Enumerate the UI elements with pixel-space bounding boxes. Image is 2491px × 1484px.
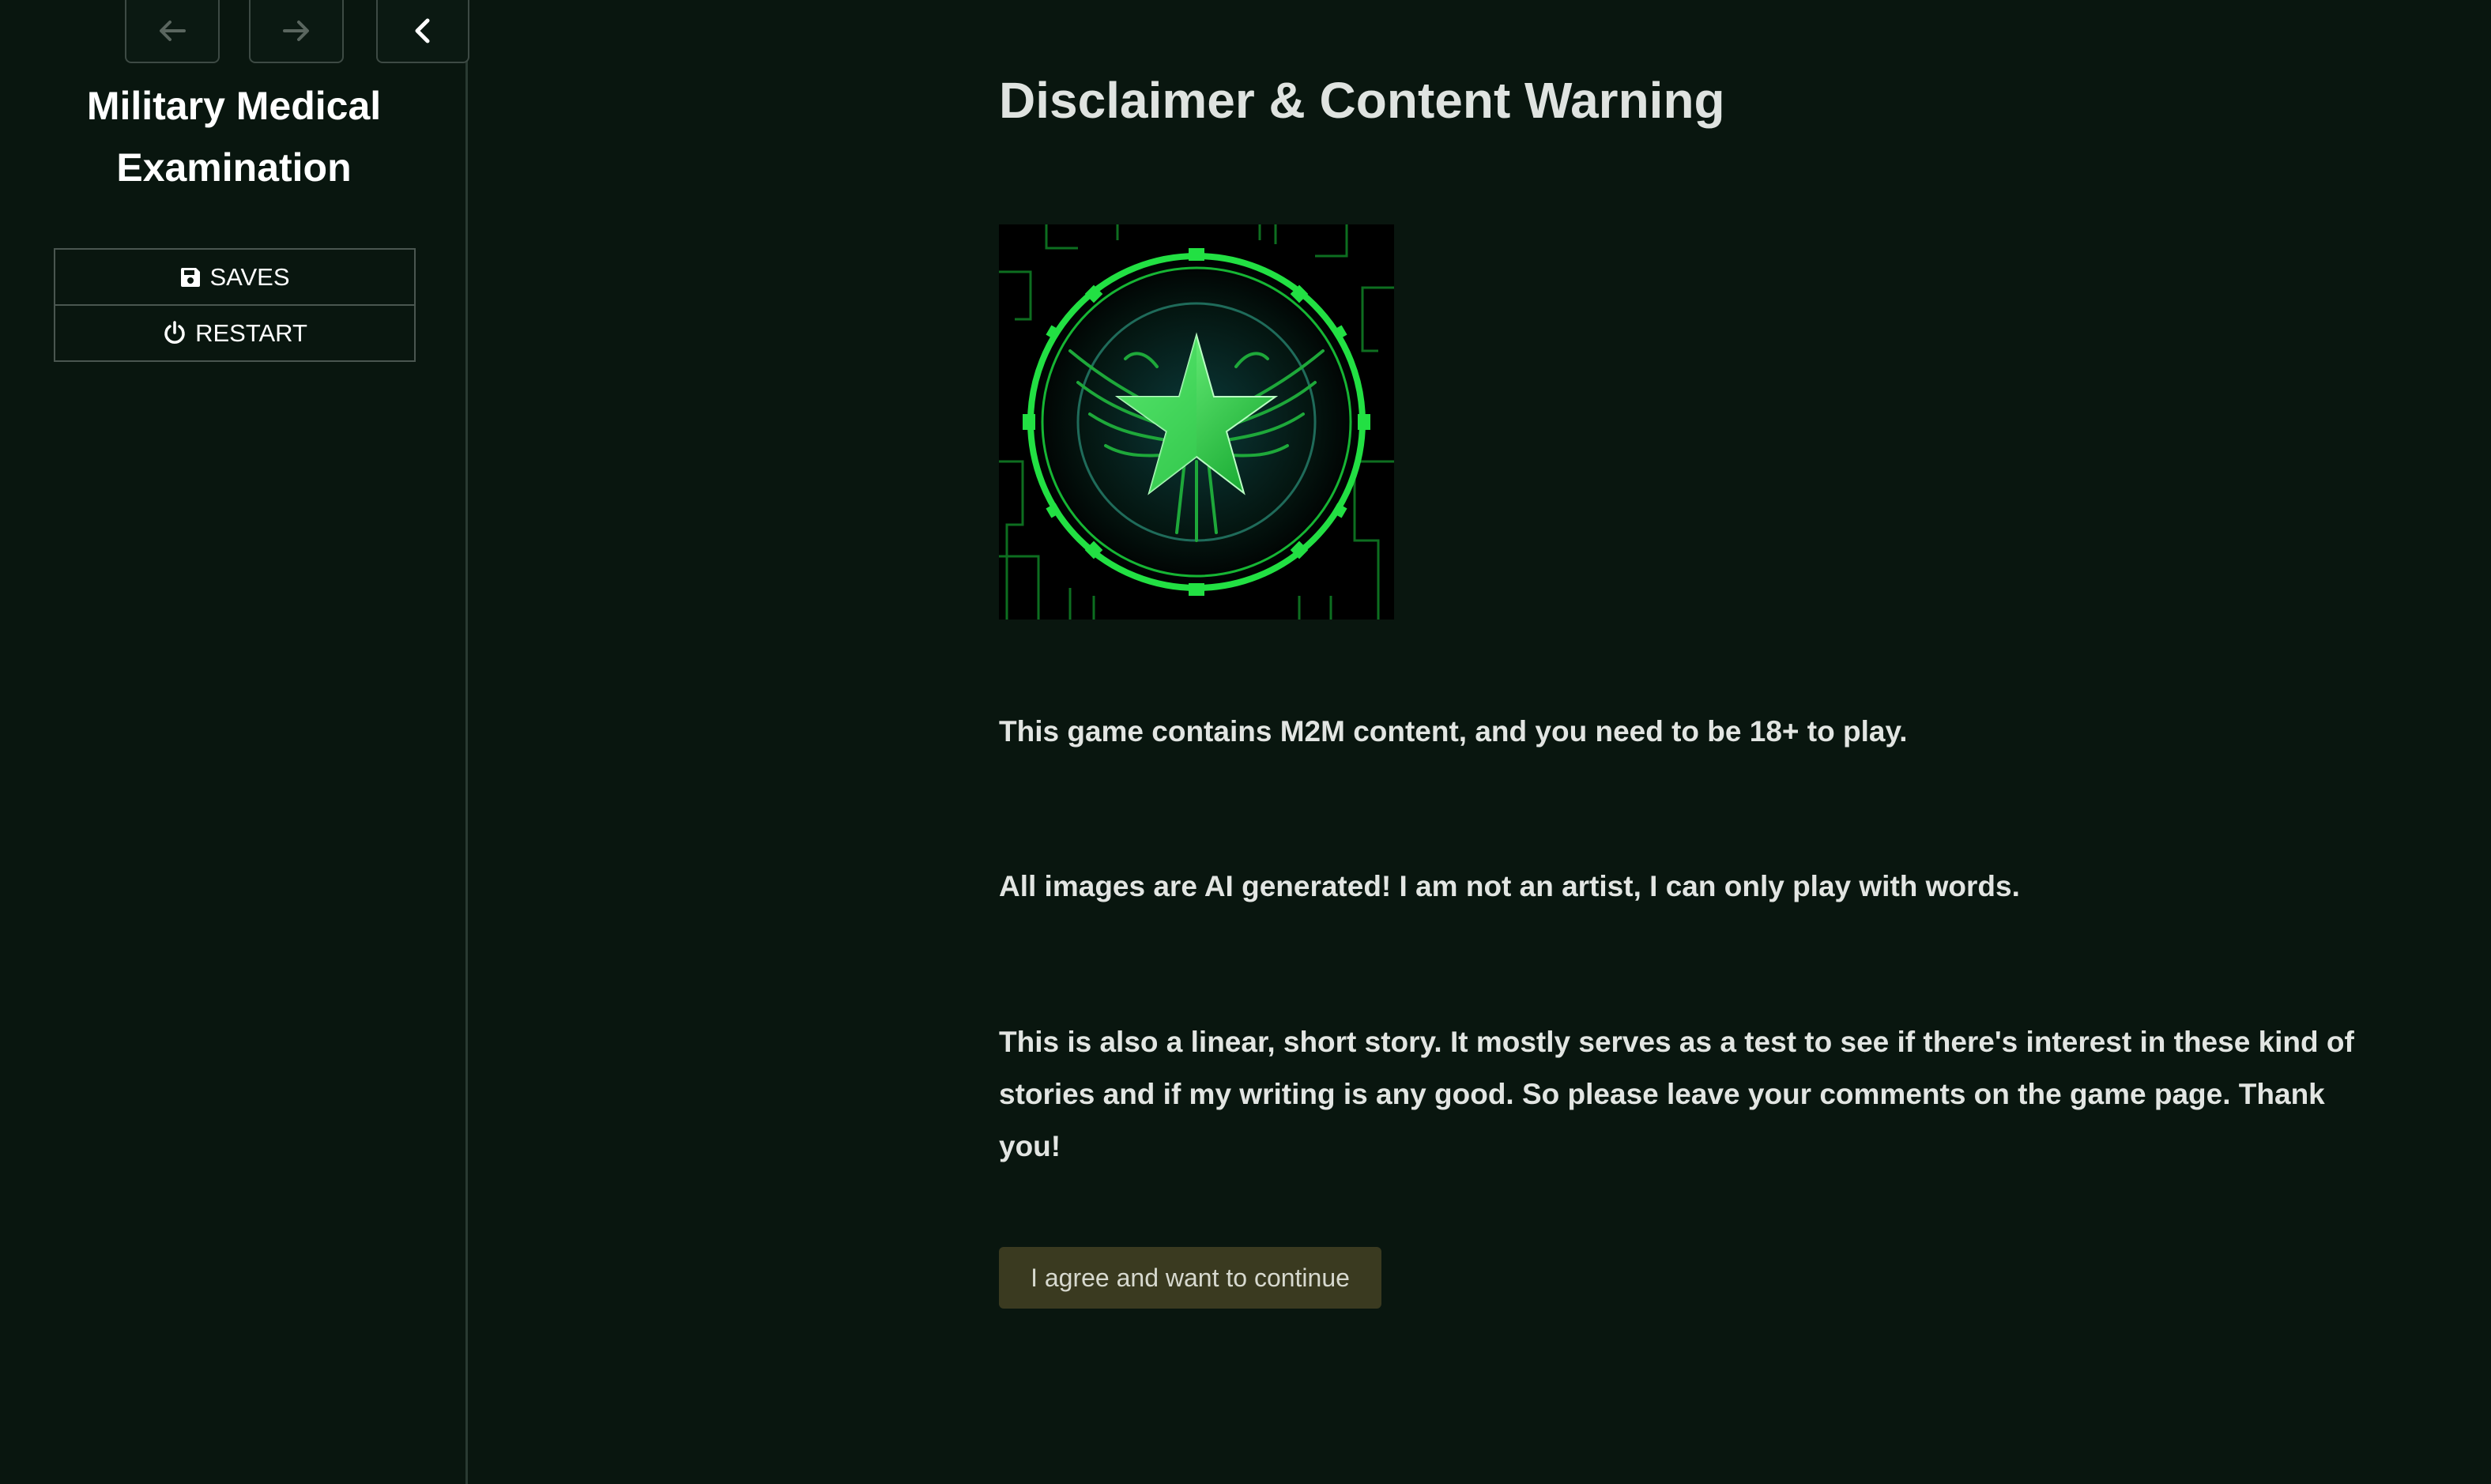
story-title-line: Military Medical	[86, 84, 382, 128]
passage-title: Disclaimer & Content Warning	[999, 72, 1725, 129]
sidebar-menu: SAVES RESTART	[54, 248, 416, 362]
continue-button[interactable]: I agree and want to continue	[999, 1247, 1381, 1309]
restart-label: RESTART	[195, 318, 307, 347]
sidebar: Military Medical Examination SAVES RESTA…	[0, 0, 469, 1484]
history-forward-button[interactable]	[249, 0, 344, 63]
sidebar-toggle-button[interactable]	[376, 0, 469, 63]
restart-button[interactable]: RESTART	[55, 304, 414, 360]
arrow-left-icon	[160, 21, 186, 41]
history-back-button[interactable]	[125, 0, 220, 63]
saves-label: SAVES	[209, 262, 290, 291]
arrow-right-icon	[283, 21, 309, 41]
saves-button[interactable]: SAVES	[55, 250, 414, 304]
passage-paragraph: This game contains M2M content, and you …	[999, 715, 1908, 748]
passage-paragraph: This is also a linear, short story. It m…	[999, 1026, 2354, 1162]
passage-paragraph: All images are AI generated! I am not an…	[999, 870, 2020, 902]
power-icon	[162, 320, 187, 346]
chevron-left-icon	[415, 18, 430, 43]
eagle-star-emblem	[999, 224, 1394, 620]
floppy-disk-icon	[179, 266, 202, 288]
story-title-line: Examination	[116, 145, 352, 190]
story-title: Military Medical Examination	[0, 75, 468, 198]
